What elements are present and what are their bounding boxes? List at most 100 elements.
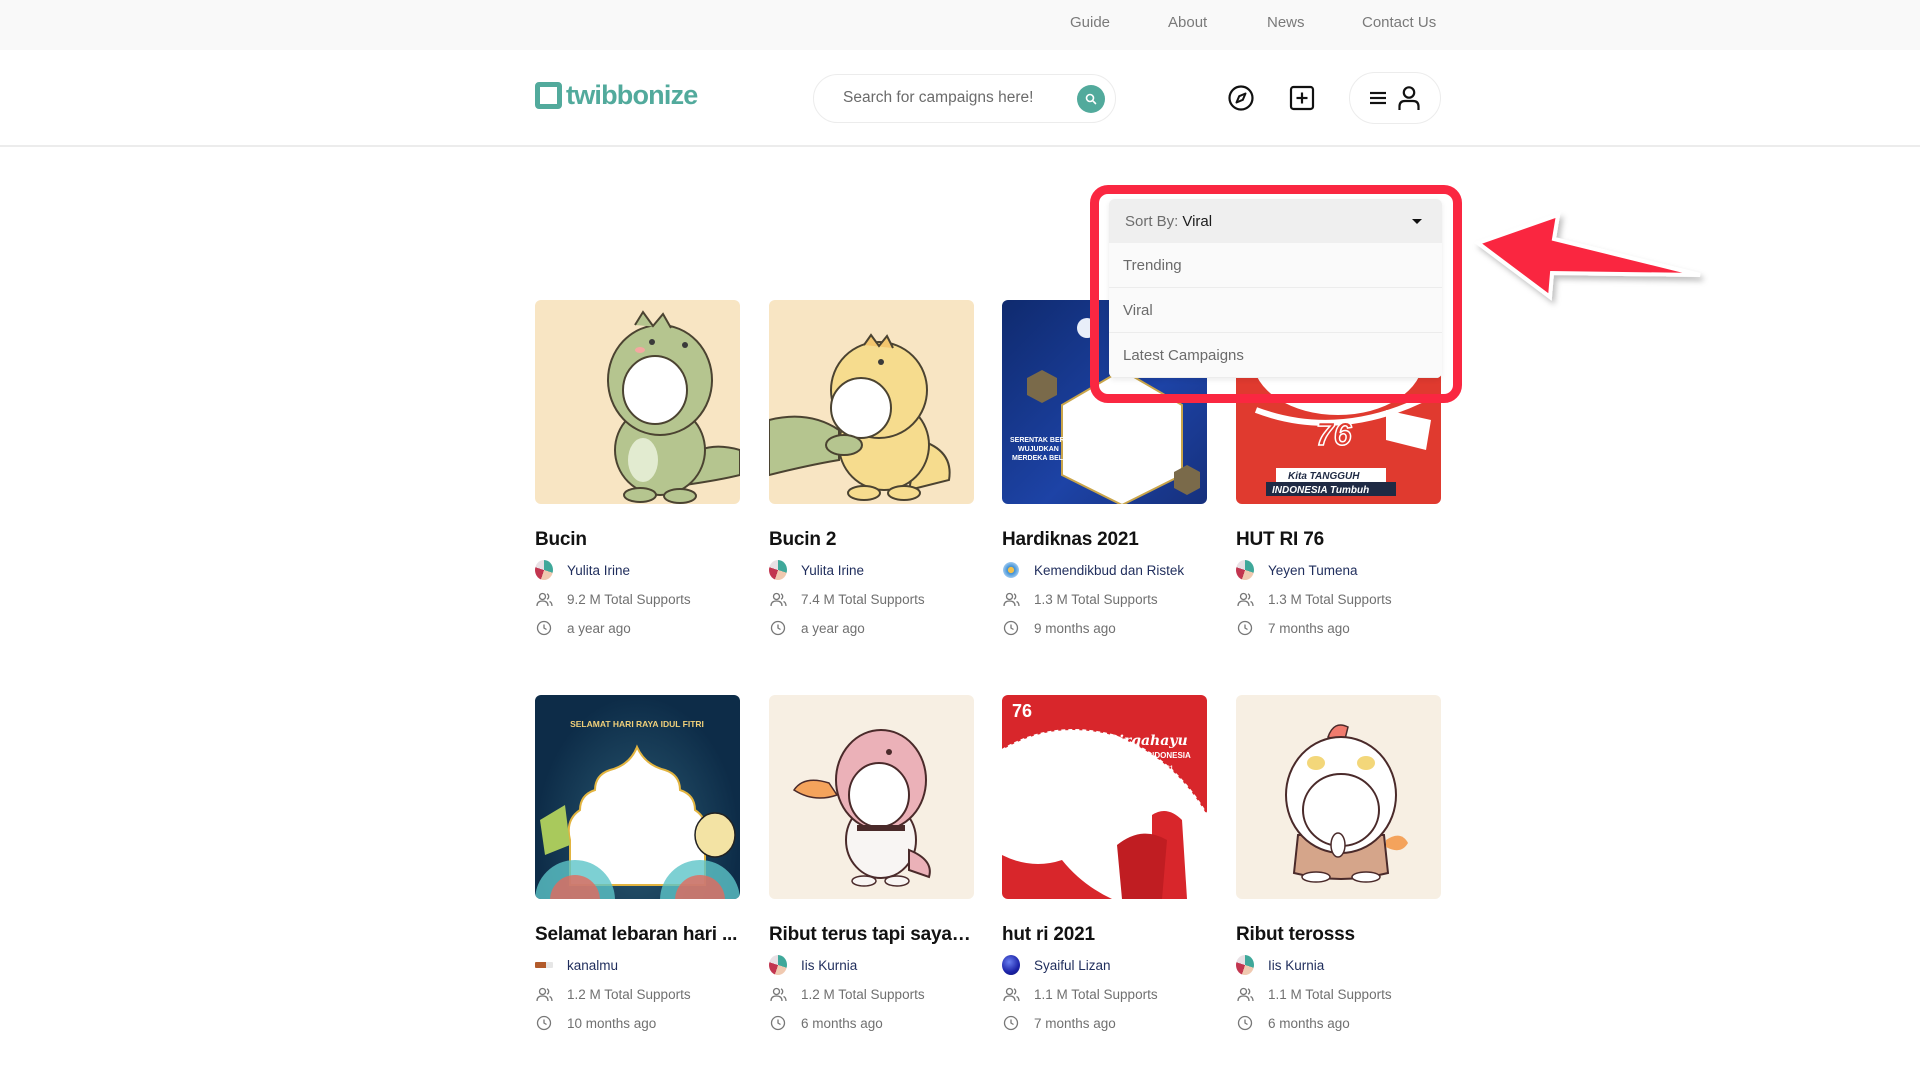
campaign-thumbnail[interactable] <box>1236 695 1441 899</box>
author-name[interactable]: Syaiful Lizan <box>1034 958 1111 973</box>
campaign-time: 7 months ago <box>1002 1013 1207 1033</box>
nav-link-news[interactable]: News <box>1267 14 1305 31</box>
campaign-thumbnail[interactable]: SELAMAT HARI RAYA IDUL FITRI <box>535 695 740 899</box>
supports-count: 1.2 M Total Supports <box>567 986 691 1002</box>
create-campaign-button[interactable] <box>1282 78 1322 118</box>
campaign-title[interactable]: Ribut terus tapi sayang <box>769 924 974 946</box>
author-avatar <box>1002 955 1020 975</box>
main-header: twibbonize <box>0 50 1920 147</box>
sort-option-viral[interactable]: Viral <box>1109 288 1442 333</box>
campaign-title[interactable]: Selamat lebaran hari ... <box>535 924 740 946</box>
campaign-card[interactable]: Ribut terosss Iis Kurnia 1.1 M Total Sup… <box>1236 695 1441 1033</box>
campaign-author[interactable]: Yulita Irine <box>535 560 740 580</box>
campaign-author[interactable]: Iis Kurnia <box>1236 955 1441 975</box>
clock-icon <box>770 1015 786 1031</box>
created-time: a year ago <box>801 620 865 636</box>
campaign-title[interactable]: Bucin 2 <box>769 529 974 551</box>
search-icon <box>1085 93 1097 105</box>
svg-text:SERENTAK BERGERAK,: SERENTAK BERGERAK, <box>1010 437 1092 444</box>
svg-text:76: 76 <box>1012 701 1032 721</box>
search-button[interactable] <box>1077 85 1105 113</box>
campaign-thumbnail[interactable] <box>535 300 740 504</box>
campaign-title[interactable]: Bucin <box>535 529 740 551</box>
campaign-thumbnail[interactable] <box>769 695 974 899</box>
campaign-supports: 9.2 M Total Supports <box>535 589 740 609</box>
campaign-author[interactable]: Kemendikbud dan Ristek <box>1002 560 1207 580</box>
users-icon <box>769 987 787 1001</box>
created-time: 7 months ago <box>1268 620 1350 636</box>
author-name[interactable]: Iis Kurnia <box>801 958 857 973</box>
explore-button[interactable] <box>1221 78 1261 118</box>
campaign-author[interactable]: Syaiful Lizan <box>1002 955 1207 975</box>
users-icon <box>769 592 787 606</box>
author-name[interactable]: Yulita Irine <box>801 563 864 578</box>
campaign-card[interactable]: 76 Dirgahayu REPUBLIK INDONESIA 17 AGUST… <box>1002 695 1207 1033</box>
campaign-supports: 1.2 M Total Supports <box>535 984 740 1004</box>
created-time: a year ago <box>567 620 631 636</box>
campaign-time: 6 months ago <box>1236 1013 1441 1033</box>
caret-down-icon <box>1412 219 1422 224</box>
campaign-author[interactable]: Iis Kurnia <box>769 955 974 975</box>
logo-mark-icon <box>535 82 562 109</box>
idul-fitri-illustration: SELAMAT HARI RAYA IDUL FITRI <box>535 719 740 899</box>
campaign-title[interactable]: Hardiknas 2021 <box>1002 529 1207 551</box>
campaign-card[interactable]: Bucin Yulita Irine 9.2 M Total Supports … <box>535 300 740 638</box>
sort-option-latest-campaigns[interactable]: Latest Campaigns <box>1109 333 1442 378</box>
created-time: 9 months ago <box>1034 620 1116 636</box>
clock-icon <box>1003 620 1019 636</box>
clock-icon <box>770 620 786 636</box>
campaign-thumbnail[interactable]: 76 Dirgahayu REPUBLIK INDONESIA 17 AGUST… <box>1002 695 1207 899</box>
nav-link-about[interactable]: About <box>1168 14 1207 31</box>
campaign-title[interactable]: HUT RI 76 <box>1236 529 1441 551</box>
author-avatar <box>1236 955 1254 975</box>
campaign-card[interactable]: SELAMAT HARI RAYA IDUL FITRI Selamat leb… <box>535 695 740 1033</box>
created-time: 6 months ago <box>801 1015 883 1031</box>
svg-text:WUJUDKAN: WUJUDKAN <box>1018 446 1059 453</box>
users-icon <box>1002 592 1020 606</box>
svg-text:76: 76 <box>1316 416 1352 452</box>
sort-dropdown-toggle[interactable]: Sort By: Viral <box>1109 199 1442 243</box>
campaign-author[interactable]: kanalmu <box>535 955 740 975</box>
created-time: 10 months ago <box>567 1015 657 1031</box>
campaign-supports: 1.1 M Total Supports <box>1236 984 1441 1004</box>
campaign-thumbnail[interactable] <box>769 300 974 504</box>
campaign-title[interactable]: Ribut terosss <box>1236 924 1441 946</box>
campaign-author[interactable]: Yeyen Tumena <box>1236 560 1441 580</box>
top-nav-bar: Guide About News Contact Us <box>0 0 1920 50</box>
campaign-card[interactable]: Ribut terus tapi sayang Iis Kurnia 1.2 M… <box>769 695 974 1033</box>
author-name[interactable]: Yeyen Tumena <box>1268 563 1358 578</box>
campaign-time: 10 months ago <box>535 1013 740 1033</box>
users-icon <box>535 592 553 606</box>
campaign-supports: 7.4 M Total Supports <box>769 589 974 609</box>
sort-option-trending[interactable]: Trending <box>1109 243 1442 288</box>
supports-count: 7.4 M Total Supports <box>801 591 925 607</box>
campaign-card[interactable]: Bucin 2 Yulita Irine 7.4 M Total Support… <box>769 300 974 638</box>
author-name[interactable]: Kemendikbud dan Ristek <box>1034 563 1184 578</box>
author-name[interactable]: Iis Kurnia <box>1268 958 1324 973</box>
chicken-illustration <box>1285 724 1408 883</box>
nav-link-contact-us[interactable]: Contact Us <box>1362 14 1436 31</box>
green-dino-illustration <box>607 310 740 504</box>
campaign-supports: 1.2 M Total Supports <box>769 984 974 1004</box>
account-menu-button[interactable] <box>1349 72 1441 124</box>
user-icon <box>1398 86 1420 110</box>
clock-icon <box>536 620 552 636</box>
author-name[interactable]: kanalmu <box>567 958 618 973</box>
add-square-icon <box>1289 85 1315 111</box>
nav-link-guide[interactable]: Guide <box>1070 14 1110 31</box>
author-avatar <box>769 560 787 580</box>
campaign-author[interactable]: Yulita Irine <box>769 560 974 580</box>
search-input[interactable] <box>843 89 1063 107</box>
svg-text:Dirgahayu: Dirgahayu <box>1105 733 1187 749</box>
author-avatar <box>535 962 553 968</box>
clock-icon <box>536 1015 552 1031</box>
dirgahayu-illustration: 76 Dirgahayu REPUBLIK INDONESIA 17 AGUST… <box>1002 695 1207 899</box>
campaign-supports: 1.1 M Total Supports <box>1002 984 1207 1004</box>
logo[interactable]: twibbonize <box>535 80 698 111</box>
campaign-time: a year ago <box>535 618 740 638</box>
svg-text:17 AGUSTUS 2021: 17 AGUSTUS 2021 <box>1121 766 1174 772</box>
author-name[interactable]: Yulita Irine <box>567 563 630 578</box>
campaign-title[interactable]: hut ri 2021 <box>1002 924 1207 946</box>
created-time: 7 months ago <box>1034 1015 1116 1031</box>
pink-dino-illustration <box>792 729 931 887</box>
